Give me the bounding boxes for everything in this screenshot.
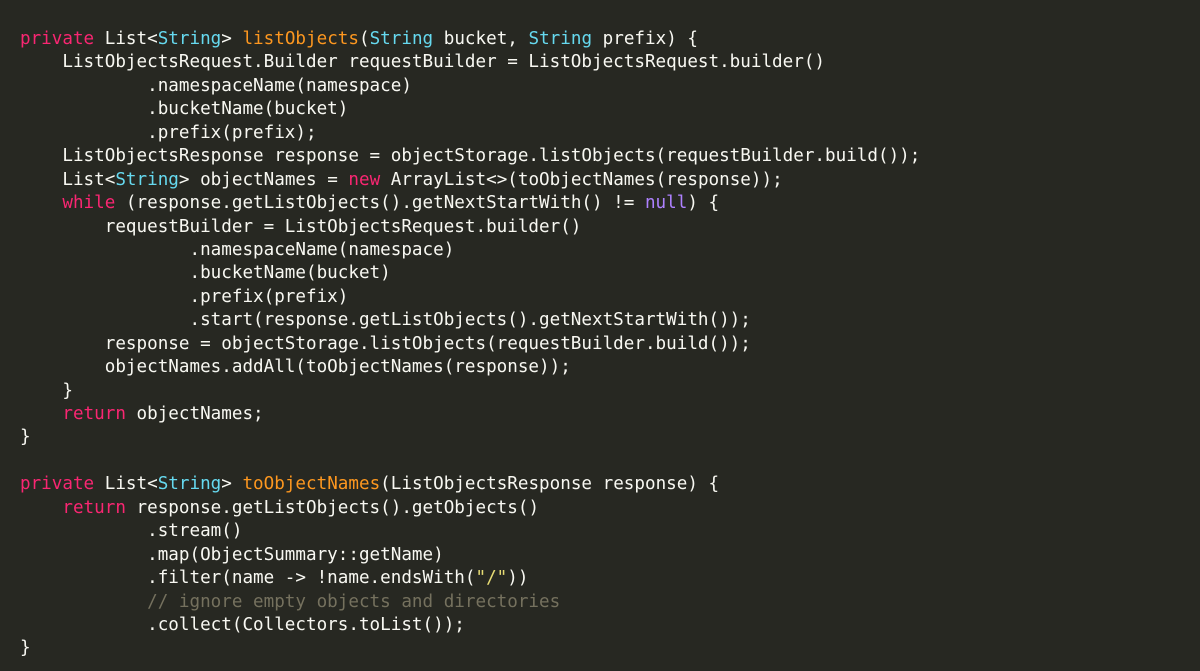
code-token: List<: [20, 169, 116, 190]
code-token: return: [62, 497, 126, 518]
code-line: return objectNames;: [20, 403, 1200, 426]
code-line: .map(ObjectSummary::getName): [20, 544, 1200, 567]
code-token: bucket,: [433, 29, 529, 49]
code-token: List<: [94, 29, 158, 49]
code-line: .stream(): [20, 520, 1200, 543]
code-token: >: [221, 474, 243, 495]
code-token: .prefix(prefix);: [20, 122, 317, 143]
code-token: prefix) {: [592, 29, 698, 49]
code-token: }: [20, 638, 31, 659]
code-token: objectNames;: [125, 404, 264, 424]
code-token: > objectNames =: [178, 169, 349, 190]
code-line: return response.getListObjects().getObje…: [20, 497, 1200, 520]
code-token: String: [369, 29, 434, 49]
code-line: while (response.getListObjects().getNext…: [20, 192, 1200, 215]
code-line: .filter(name -> !name.endsWith("/")): [20, 567, 1200, 590]
code-token: .start(response.getListObjects().getNext…: [20, 310, 751, 331]
code-line: ListObjectsResponse response = objectSto…: [20, 145, 1200, 168]
code-token: private: [20, 29, 95, 49]
code-token: // ignore empty objects and directories: [147, 591, 561, 612]
code-line: }: [20, 380, 1200, 403]
code-line: .prefix(prefix): [20, 286, 1200, 309]
code-token: String: [528, 29, 593, 49]
code-token: while: [62, 193, 116, 214]
code-token: .collect(Collectors.toList());: [20, 614, 465, 635]
code-line: .bucketName(bucket): [20, 262, 1200, 285]
code-token: return: [62, 404, 126, 424]
code-token: "/": [475, 568, 508, 589]
code-token: >: [221, 29, 243, 49]
code-token: toObjectNames: [242, 474, 381, 495]
code-line: // ignore empty objects and directories: [20, 591, 1200, 614]
code-token: String: [157, 474, 222, 495]
code-line: objectNames.addAll(toObjectNames(respons…: [20, 356, 1200, 379]
code-token: ) {: [687, 193, 720, 214]
code-token: .namespaceName(namespace): [20, 75, 412, 96]
code-token: .namespaceName(namespace): [20, 239, 455, 260]
code-token: (response.getListObjects().getNextStartW…: [115, 193, 645, 214]
code-token: ListObjectsRequest.Builder requestBuilde…: [20, 52, 826, 73]
code-line: private List<String> listObjects(String …: [20, 28, 1200, 51]
code-line: }: [20, 426, 1200, 449]
code-line: response = objectStorage.listObjects(req…: [20, 333, 1200, 356]
code-token: .bucketName(bucket): [20, 263, 391, 284]
code-token: .filter(name -> !name.endsWith(: [20, 568, 476, 589]
code-token: List<: [94, 474, 158, 495]
code-line: .namespaceName(namespace): [20, 239, 1200, 262]
code-token: ArrayList<>(toObjectNames(response));: [380, 169, 783, 190]
code-token: }: [20, 427, 31, 448]
code-line: List<String> objectNames = new ArrayList…: [20, 169, 1200, 192]
code-token: ListObjectsResponse response = objectSto…: [20, 146, 921, 167]
code-token: )): [507, 568, 529, 589]
code-token: String: [115, 169, 179, 190]
code-token: .map(ObjectSummary::getName): [20, 544, 444, 565]
code-token: response.getListObjects().getObjects(): [125, 497, 540, 518]
code-token: requestBuilder = ListObjectsRequest.buil…: [20, 216, 582, 237]
code-line: .bucketName(bucket): [20, 98, 1200, 121]
code-token: .bucketName(bucket): [20, 99, 349, 120]
code-line: requestBuilder = ListObjectsRequest.buil…: [20, 216, 1200, 239]
code-token: .stream(): [20, 521, 243, 542]
code-line: ListObjectsRequest.Builder requestBuilde…: [20, 51, 1200, 74]
code-block: private List<String> listObjects(String …: [20, 28, 1200, 661]
code-token: listObjects: [242, 29, 359, 49]
code-line: .collect(Collectors.toList());: [20, 614, 1200, 637]
code-token: new: [348, 169, 381, 190]
code-token: (ListObjectsResponse response) {: [380, 474, 720, 495]
code-line: ​: [20, 450, 1200, 473]
code-line: .start(response.getListObjects().getNext…: [20, 309, 1200, 332]
code-line: }: [20, 637, 1200, 660]
code-line: .prefix(prefix);: [20, 122, 1200, 145]
code-line: .namespaceName(namespace): [20, 75, 1200, 98]
code-token: private: [20, 474, 95, 495]
code-token: String: [157, 29, 222, 49]
code-token: (: [359, 29, 370, 49]
code-token: response = objectStorage.listObjects(req…: [20, 333, 751, 354]
code-token: null: [644, 193, 688, 214]
code-token: .prefix(prefix): [20, 286, 349, 307]
code-line: private List<String> toObjectNames(ListO…: [20, 473, 1200, 496]
code-token: objectNames.addAll(toObjectNames(respons…: [20, 357, 571, 378]
code-editor: private List<String> listObjects(String …: [0, 0, 1200, 671]
code-token: }: [20, 380, 73, 401]
